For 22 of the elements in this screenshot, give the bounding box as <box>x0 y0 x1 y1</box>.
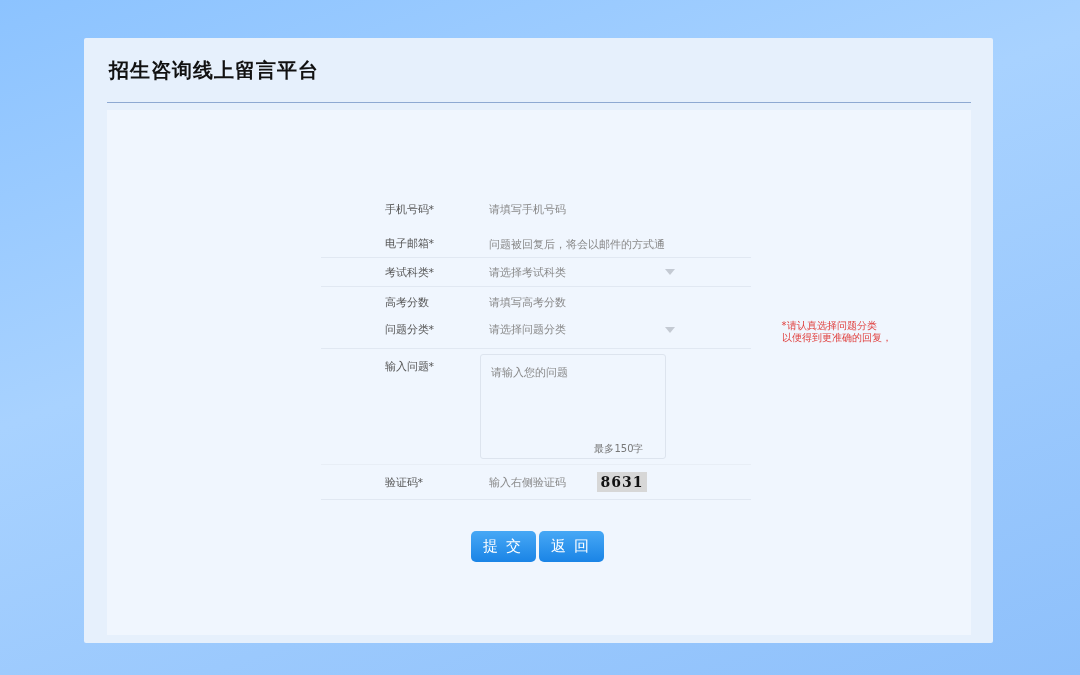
form-button[interactable]: 返 回 <box>538 531 604 562</box>
field-label: 考试科类* <box>383 264 435 280</box>
caret-icon <box>664 269 675 275</box>
field-label: 电子邮箱* <box>383 236 435 251</box>
captcha-image[interactable]: 8631 <box>596 472 648 492</box>
input-field[interactable]: 问题被回复后，将会以邮件的方式通 <box>484 238 673 251</box>
field-label: 验证码* <box>383 474 424 490</box>
input-field[interactable]: 输入右侧验证码 <box>484 475 597 489</box>
select-field[interactable]: 请选择考试科类 <box>484 264 675 280</box>
character-limit-hint: 最多150字 <box>594 442 644 456</box>
select-field[interactable]: 请选择问题分类 <box>484 322 675 337</box>
caret-icon <box>664 326 675 333</box>
field-label: 高考分数 <box>383 294 430 310</box>
hint-text: *请认真选择问题分类 <box>781 320 878 332</box>
window-title: 招生咨询线上留言平台 <box>107 56 319 84</box>
hint-text: 以便得到更准确的回复， <box>781 332 892 344</box>
input-field[interactable]: 请填写高考分数 <box>484 295 673 309</box>
field-label: 手机号码* <box>383 201 435 217</box>
input-field[interactable]: 请填写手机号码 <box>484 202 673 216</box>
form-button[interactable]: 提 交 <box>470 531 536 562</box>
field-label: 输入问题* <box>383 359 435 374</box>
field-label: 问题分类* <box>383 322 435 337</box>
